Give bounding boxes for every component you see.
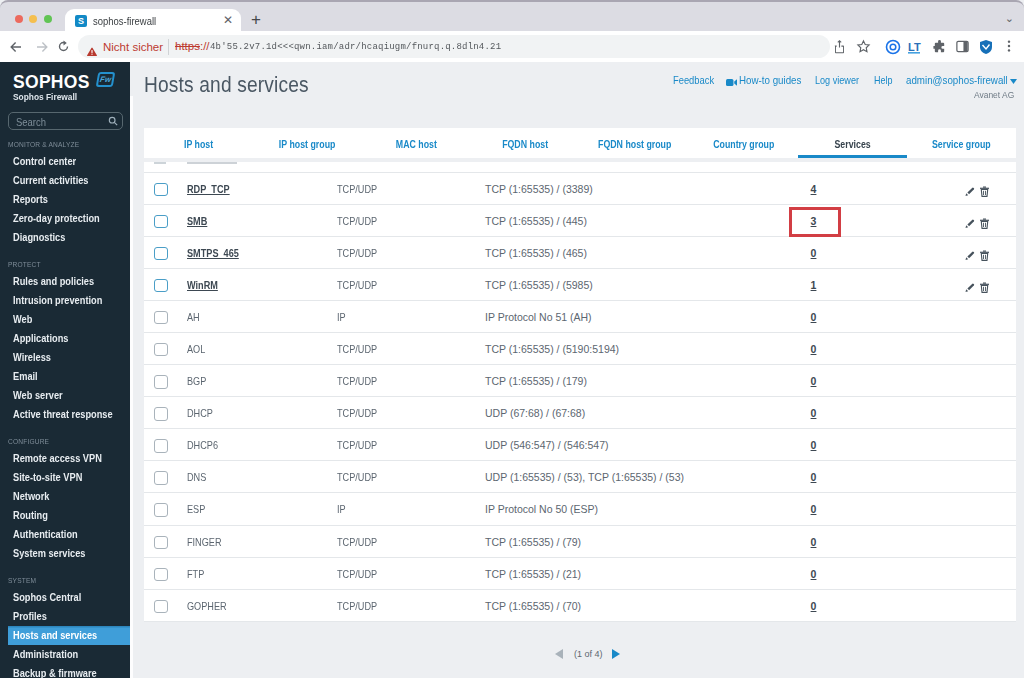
svg-text:LT: LT [908,41,921,53]
